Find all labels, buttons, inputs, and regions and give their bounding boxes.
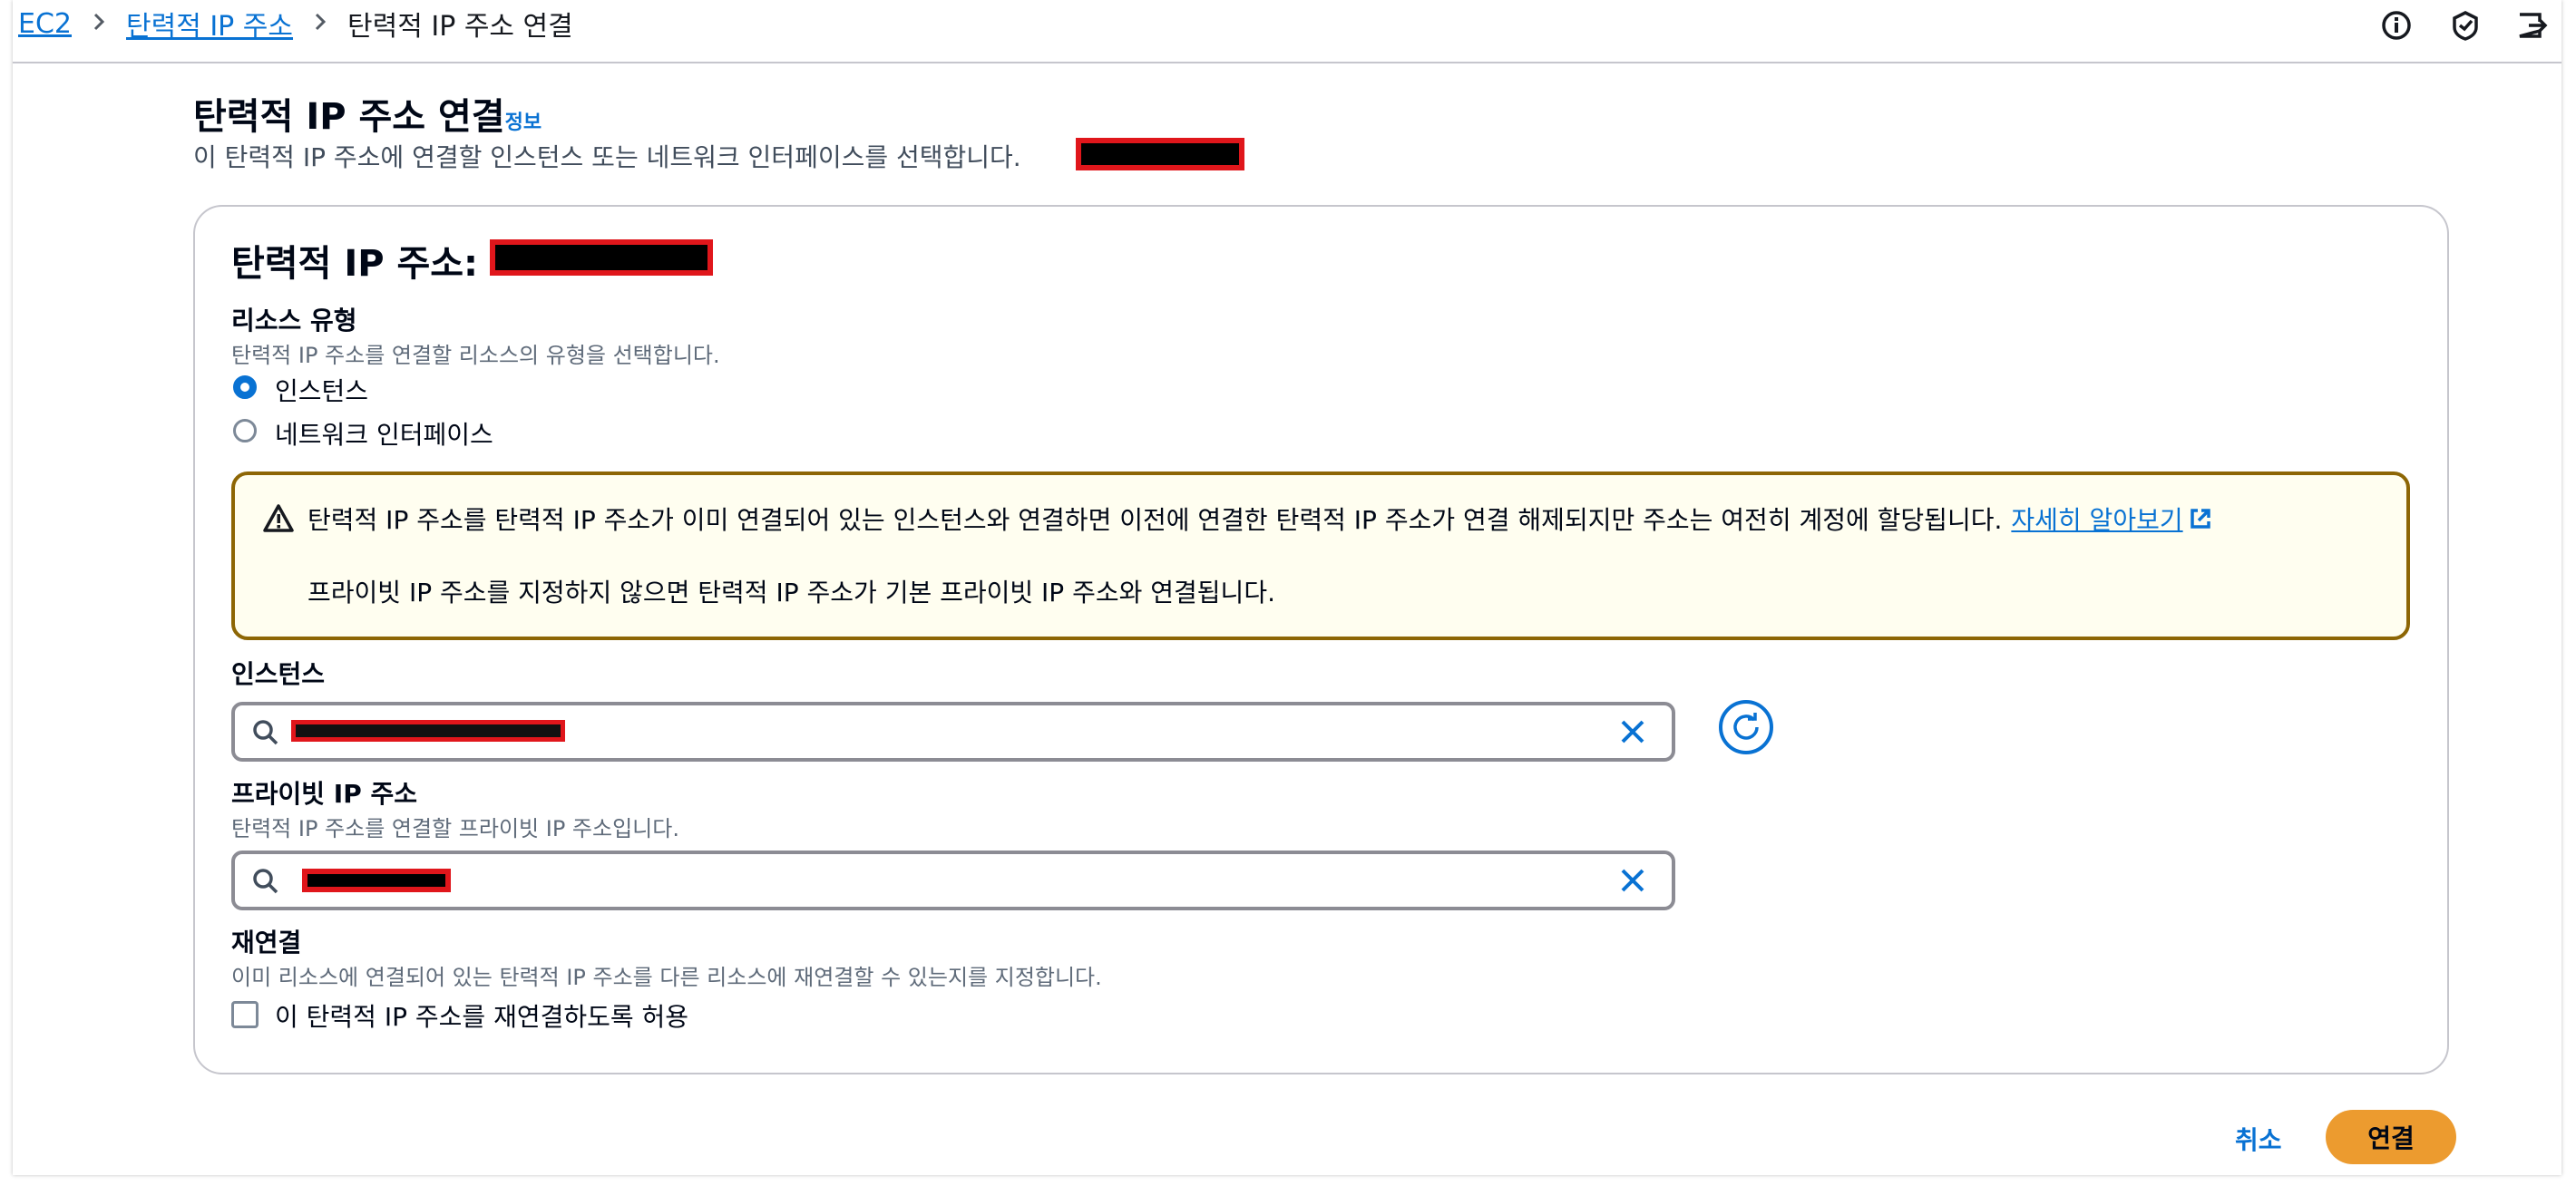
reassociation-description: 이미 리소스에 연결되어 있는 탄력적 IP 주소를 다른 리소스에 재연결할 …: [231, 965, 1102, 990]
search-icon: [251, 867, 280, 899]
association-card: 탄력적 IP 주소: 리소스 유형 탄력적 IP 주소를 연결할 리소스의 유형…: [193, 205, 2449, 1074]
redacted-private-ip-value: [302, 869, 451, 892]
breadcrumb: EC2 탄력적 IP 주소 탄력적 IP 주소 연결: [18, 4, 573, 44]
refresh-icon: [1730, 711, 1762, 744]
warning-triangle-icon: [262, 502, 295, 539]
search-icon: [251, 718, 280, 751]
page-frame: EC2 탄력적 IP 주소 탄력적 IP 주소 연결 탄력적 IP 주소 연결 …: [13, 0, 2561, 1175]
radio-instance-label[interactable]: 인스턴스: [275, 372, 368, 408]
chevron-right-icon: [309, 11, 331, 36]
radio-network-interface-label[interactable]: 네트워크 인터페이스: [275, 415, 493, 452]
reassociation-label: 재연결: [231, 928, 302, 958]
redacted-eip-value: [490, 239, 713, 276]
associate-button[interactable]: 연결: [2326, 1110, 2456, 1164]
exit-panel-icon[interactable]: [2513, 7, 2549, 44]
redacted-eip-subtitle: [1076, 138, 1244, 170]
private-ip-description: 탄력적 IP 주소를 연결할 프라이빗 IP 주소입니다.: [231, 816, 679, 841]
chevron-right-icon: [88, 11, 110, 36]
warning-alert: 탄력적 IP 주소를 탄력적 IP 주소가 이미 연결되어 있는 인스턴스와 연…: [231, 471, 2410, 640]
instance-search-input[interactable]: [231, 702, 1675, 762]
allow-reassociation-label[interactable]: 이 탄력적 IP 주소를 재연결하도록 허용: [275, 997, 688, 1034]
instance-label: 인스턴스: [231, 659, 326, 689]
page-subtitle-row: 이 탄력적 IP 주소에 연결할 인스턴스 또는 네트워크 인터페이스를 선택합…: [193, 138, 1021, 174]
private-ip-label: 프라이빗 IP 주소: [231, 779, 417, 809]
radio-network-interface[interactable]: [233, 419, 257, 442]
private-ip-search-input[interactable]: [231, 851, 1675, 910]
breadcrumb-link-elastic-ip[interactable]: 탄력적 IP 주소: [126, 4, 293, 44]
allow-reassociation-checkbox[interactable]: [231, 1001, 259, 1028]
breadcrumb-current: 탄력적 IP 주소 연결: [347, 11, 573, 43]
redacted-instance-value: [291, 720, 565, 742]
resource-type-label: 리소스 유형: [231, 306, 357, 335]
clear-icon[interactable]: [1617, 865, 1648, 899]
eip-label: 탄력적 IP 주소:: [231, 243, 479, 285]
info-link[interactable]: 정보: [505, 106, 542, 135]
warning-text-2: 프라이빗 IP 주소를 지정하지 않으면 탄력적 IP 주소가 기본 프라이빗 …: [307, 578, 1275, 608]
resource-type-description: 탄력적 IP 주소를 연결할 리소스의 유형을 선택합니다.: [231, 343, 720, 368]
info-circle-icon[interactable]: [2378, 7, 2415, 44]
radio-instance[interactable]: [233, 375, 257, 399]
page-header: 탄력적 IP 주소 연결 정보: [193, 87, 542, 140]
breadcrumb-link-ec2[interactable]: EC2: [18, 8, 72, 40]
eip-heading: 탄력적 IP 주소:: [231, 234, 478, 287]
refresh-button[interactable]: [1719, 700, 1773, 754]
warning-line-1: 탄력적 IP 주소를 탄력적 IP 주소가 이미 연결되어 있는 인스턴스와 연…: [307, 501, 2214, 537]
learn-more-link[interactable]: 자세히 알아보기: [2011, 501, 2182, 537]
clear-icon[interactable]: [1617, 716, 1648, 751]
page-subtitle: 이 탄력적 IP 주소에 연결할 인스턴스 또는 네트워크 인터페이스를 선택합…: [193, 142, 1021, 172]
notifications-icon[interactable]: [2447, 7, 2483, 44]
associate-button-label: 연결: [2367, 1123, 2415, 1153]
cancel-button[interactable]: 취소: [2235, 1121, 2282, 1157]
warning-text-1: 탄력적 IP 주소를 탄력적 IP 주소가 이미 연결되어 있는 인스턴스와 연…: [307, 505, 2003, 535]
page-title: 탄력적 IP 주소 연결: [193, 96, 505, 138]
header-divider: [13, 62, 2561, 63]
external-link-icon[interactable]: [2187, 505, 2214, 532]
